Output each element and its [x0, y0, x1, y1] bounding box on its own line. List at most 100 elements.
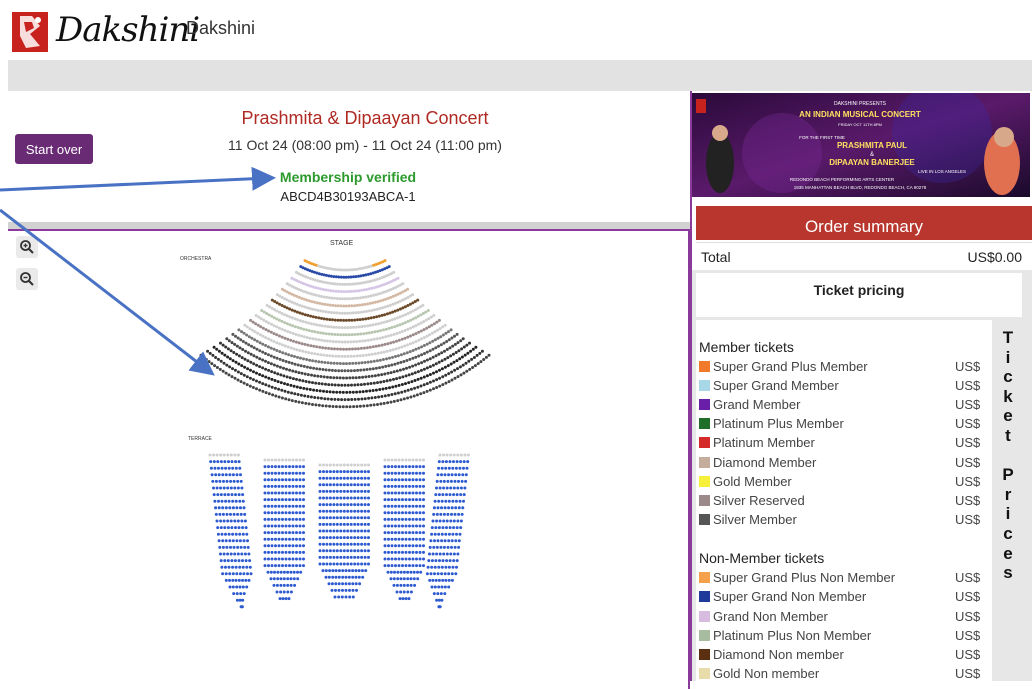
- seat[interactable]: [429, 315, 433, 319]
- seat[interactable]: [411, 550, 415, 554]
- seat[interactable]: [375, 307, 379, 311]
- seat[interactable]: [346, 529, 350, 533]
- logo-wordmark[interactable]: Dakshini: [56, 10, 200, 50]
- seat[interactable]: [367, 549, 370, 553]
- seat[interactable]: [442, 545, 446, 549]
- seat[interactable]: [441, 375, 445, 379]
- seat[interactable]: [360, 489, 364, 493]
- seat[interactable]: [367, 375, 371, 378]
- seat[interactable]: [376, 403, 379, 406]
- seat[interactable]: [328, 509, 332, 513]
- seat[interactable]: [342, 470, 346, 474]
- seat[interactable]: [291, 458, 295, 462]
- seat[interactable]: [281, 498, 284, 502]
- seat[interactable]: [295, 524, 298, 528]
- seat[interactable]: [374, 388, 378, 392]
- seat[interactable]: [367, 509, 370, 513]
- seat[interactable]: [430, 559, 434, 563]
- seat[interactable]: [348, 311, 352, 315]
- seat[interactable]: [286, 590, 290, 594]
- seat[interactable]: [346, 383, 350, 387]
- seat[interactable]: [360, 555, 364, 559]
- seat[interactable]: [387, 498, 390, 502]
- seat[interactable]: [335, 297, 339, 300]
- seat[interactable]: [401, 550, 404, 554]
- seat[interactable]: [411, 458, 415, 462]
- seat[interactable]: [359, 332, 363, 336]
- seat[interactable]: [288, 557, 291, 561]
- seat[interactable]: [443, 349, 446, 353]
- seat[interactable]: [356, 489, 360, 493]
- seat[interactable]: [357, 569, 361, 573]
- seat[interactable]: [451, 499, 455, 503]
- seat[interactable]: [401, 498, 404, 502]
- seat[interactable]: [425, 326, 429, 330]
- seat[interactable]: [394, 517, 397, 521]
- seat[interactable]: [297, 400, 301, 404]
- seat[interactable]: [444, 499, 448, 503]
- seat[interactable]: [267, 465, 270, 469]
- seat[interactable]: [276, 577, 280, 581]
- seat[interactable]: [325, 503, 329, 507]
- seat[interactable]: [229, 519, 233, 523]
- seat[interactable]: [451, 565, 455, 569]
- seat[interactable]: [359, 383, 363, 387]
- seat[interactable]: [360, 516, 364, 520]
- seat[interactable]: [442, 519, 446, 523]
- tier-row[interactable]: Platinum Plus Member US$: [699, 415, 989, 433]
- seat[interactable]: [372, 315, 376, 319]
- seat[interactable]: [346, 483, 350, 487]
- seat[interactable]: [367, 331, 371, 335]
- seat[interactable]: [267, 478, 270, 482]
- seat[interactable]: [442, 479, 446, 483]
- seat[interactable]: [408, 557, 411, 561]
- seat[interactable]: [313, 352, 317, 356]
- seat[interactable]: [301, 349, 305, 353]
- seat[interactable]: [353, 383, 357, 387]
- seat[interactable]: [365, 389, 368, 393]
- seat[interactable]: [231, 499, 235, 503]
- seat[interactable]: [368, 323, 372, 327]
- seat[interactable]: [434, 346, 438, 350]
- seat[interactable]: [325, 529, 329, 533]
- seat[interactable]: [339, 483, 343, 487]
- seat[interactable]: [390, 471, 394, 475]
- seat[interactable]: [451, 532, 455, 536]
- seat[interactable]: [306, 343, 310, 347]
- seat[interactable]: [302, 557, 305, 561]
- seat[interactable]: [450, 512, 453, 516]
- seat[interactable]: [291, 491, 295, 495]
- seat[interactable]: [296, 577, 300, 581]
- seat[interactable]: [226, 552, 230, 556]
- seat[interactable]: [409, 590, 413, 594]
- seat[interactable]: [391, 348, 395, 352]
- seat[interactable]: [288, 524, 291, 528]
- seat[interactable]: [238, 565, 242, 569]
- seat[interactable]: [303, 342, 307, 346]
- seat[interactable]: [270, 544, 274, 548]
- seat[interactable]: [328, 489, 332, 493]
- seat[interactable]: [332, 542, 336, 546]
- seat[interactable]: [314, 359, 318, 363]
- seat[interactable]: [415, 465, 418, 469]
- seat[interactable]: [363, 483, 367, 487]
- seat[interactable]: [263, 517, 267, 521]
- seat[interactable]: [383, 511, 387, 515]
- seat[interactable]: [263, 478, 267, 482]
- seat[interactable]: [351, 582, 355, 586]
- seat[interactable]: [313, 396, 317, 399]
- seat[interactable]: [275, 583, 279, 587]
- seat[interactable]: [360, 303, 364, 307]
- seat[interactable]: [445, 348, 449, 351]
- seat[interactable]: [378, 358, 382, 362]
- seat[interactable]: [462, 345, 466, 349]
- seat[interactable]: [298, 557, 302, 561]
- seat[interactable]: [240, 519, 244, 523]
- seat[interactable]: [214, 512, 218, 516]
- seat[interactable]: [314, 315, 318, 319]
- seat[interactable]: [236, 545, 240, 549]
- seat[interactable]: [338, 376, 342, 380]
- seat[interactable]: [295, 491, 298, 495]
- seat[interactable]: [401, 564, 404, 568]
- seat[interactable]: [443, 506, 447, 510]
